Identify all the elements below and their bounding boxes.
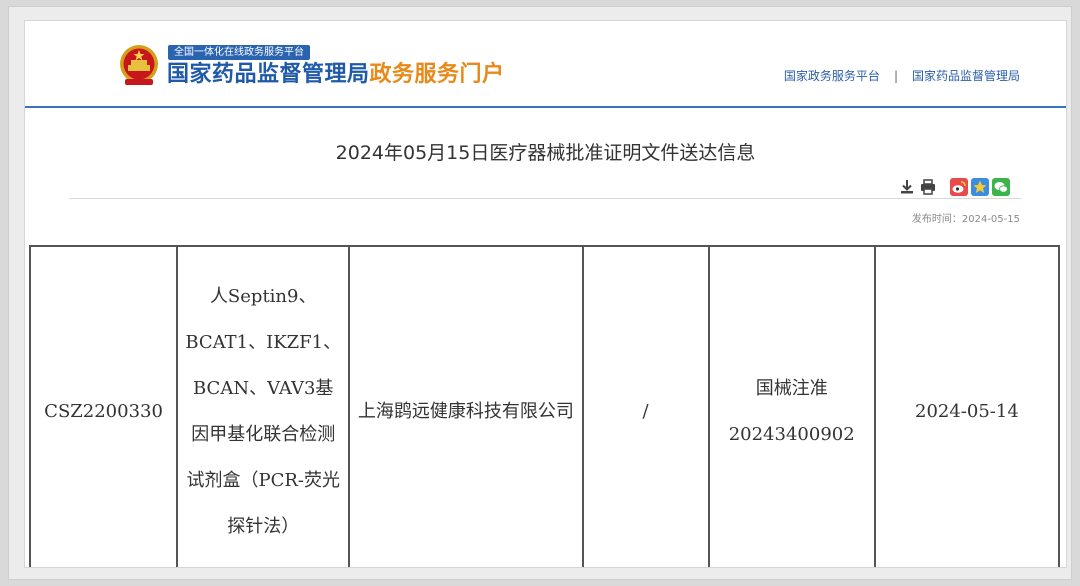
qzone-icon[interactable] xyxy=(971,178,989,196)
site-title-agency: 国家药品监督管理局 xyxy=(167,62,370,87)
cell-blank: / xyxy=(581,245,710,567)
publish-date-label: 发布时间： xyxy=(911,214,962,225)
national-emblem-icon xyxy=(120,45,158,85)
table-row: CSZ2200330 人Septin9、BCAT1、IKZF1、BCAN、VAV… xyxy=(28,245,1061,567)
nav-separator: | xyxy=(893,69,898,83)
title-divider xyxy=(69,198,1021,199)
download-icon[interactable] xyxy=(898,178,916,196)
site-header: 全国一体化在线政务服务平台 国家药品监督管理局政务服务门户 国家政务服务平台 | 国… xyxy=(25,21,1066,106)
webpage: 全国一体化在线政务服务平台 国家药品监督管理局政务服务门户 国家政务服务平台 | 国… xyxy=(24,20,1067,568)
cell-product-name: 人Septin9、BCAT1、IKZF1、BCAN、VAV3基因甲基化联合检测试… xyxy=(176,245,351,567)
print-icon[interactable] xyxy=(919,178,937,196)
site-title[interactable]: 国家药品监督管理局政务服务门户 xyxy=(167,61,505,89)
publish-date: 发布时间：2024-05-15 xyxy=(912,210,1020,225)
approval-table-grid: CSZ2200330 人Septin9、BCAT1、IKZF1、BCAN、VAV… xyxy=(28,245,1061,567)
header-divider xyxy=(25,106,1066,108)
platform-tag: 全国一体化在线政务服务平台 xyxy=(168,45,310,60)
site-title-portal: 政务服务门户 xyxy=(369,62,505,87)
nav-link-gov-service-platform[interactable]: 国家政务服务平台 xyxy=(784,69,880,83)
screenshot-frame: 全国一体化在线政务服务平台 国家药品监督管理局政务服务门户 国家政务服务平台 | 国… xyxy=(8,6,1072,580)
cell-date: 2024-05-14 xyxy=(873,245,1061,567)
wechat-icon[interactable] xyxy=(992,178,1010,196)
nav-link-nmpa[interactable]: 国家药品监督管理局 xyxy=(912,69,1020,83)
approval-table: CSZ2200330 人Septin9、BCAT1、IKZF1、BCAN、VAV… xyxy=(28,245,1061,567)
cell-acceptance-no: CSZ2200330 xyxy=(28,245,179,567)
cell-registration-no: 国械注准20243400902 xyxy=(707,245,876,567)
header-nav: 国家政务服务平台 | 国家药品监督管理局 xyxy=(784,67,1020,84)
weibo-icon[interactable] xyxy=(950,178,968,196)
publish-date-value: 2024-05-15 xyxy=(961,214,1020,225)
cell-applicant: 上海鹍远健康科技有限公司 xyxy=(348,245,584,567)
article-title: 2024年05月15日医疗器械批准证明文件送达信息 xyxy=(335,142,756,164)
